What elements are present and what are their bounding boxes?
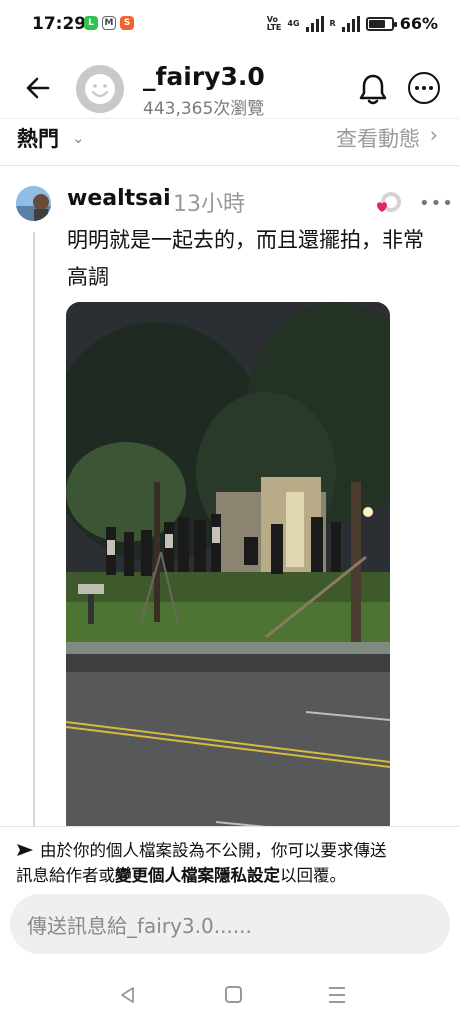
signal-strength-icon-2 — [341, 15, 360, 32]
system-nav-bar — [0, 966, 460, 1024]
status-bar: 17:29 L M S Vo LTE 4G R 66% — [0, 0, 460, 52]
liked-by-avatar-icon[interactable] — [373, 190, 403, 218]
notice-text-2: 訊息給作者或 — [16, 866, 115, 885]
notice-line-1: 由於你的個人檔案設為不公開，你可以要求傳送 — [16, 837, 387, 861]
back-arrow-icon[interactable] — [24, 74, 52, 102]
thread-line — [33, 232, 35, 826]
view-activity-link[interactable]: 查看動態 — [336, 123, 420, 153]
shopee-icon: S — [120, 16, 134, 30]
line-icon: L — [84, 16, 98, 30]
notice-line-2: 訊息給作者或變更個人檔案隱私設定以回覆。 — [16, 862, 346, 886]
default-avatar-icon — [76, 65, 124, 113]
chevron-down-icon[interactable]: ⌄ — [72, 129, 85, 147]
notice-text-3: 以回覆。 — [280, 866, 346, 885]
post-timestamp: 13小時 — [173, 192, 245, 217]
view-count: 443,365次瀏覽 — [143, 99, 265, 119]
private-profile-notice: 由於你的個人檔案設為不公開，你可以要求傳送 訊息給作者或變更個人檔案隱私設定以回… — [0, 826, 460, 890]
status-time: 17:29 — [32, 14, 87, 34]
chevron-right-icon[interactable]: › — [430, 123, 438, 147]
nav-home-icon[interactable] — [225, 986, 242, 1003]
more-options-button[interactable] — [408, 72, 440, 104]
night-park-scene — [66, 302, 390, 832]
post-more-icon[interactable]: ••• — [419, 193, 454, 214]
roaming-indicator: R — [329, 18, 336, 28]
send-icon — [17, 844, 33, 856]
notice-text-1: 由於你的個人檔案設為不公開，你可以要求傳送 — [40, 841, 387, 860]
post-text: 明明就是一起去的，而且還擺拍，非常高調 — [67, 228, 424, 289]
status-app-icons: L M S — [84, 16, 134, 30]
volte-indicator: Vo LTE — [266, 15, 282, 32]
privacy-settings-link[interactable]: 變更個人檔案隱私設定 — [115, 866, 280, 885]
message-composer[interactable]: 傳送訊息給_fairy3.0...... — [10, 894, 450, 954]
post-photo[interactable] — [66, 302, 390, 832]
post-author[interactable]: wealtsai — [67, 186, 171, 211]
battery-percent: 66% — [399, 14, 438, 33]
battery-icon — [365, 16, 397, 31]
status-indicators: Vo LTE 4G R 66% — [267, 14, 438, 33]
message-input-placeholder[interactable]: 傳送訊息給_fairy3.0...... — [27, 910, 252, 939]
nav-recent-apps-icon[interactable] — [329, 987, 347, 1003]
profile-avatar[interactable] — [76, 65, 124, 113]
filter-bar: 熱門 ⌄ 查看動態 › — [0, 118, 460, 166]
sort-dropdown-label[interactable]: 熱門 — [17, 123, 59, 153]
network-type-indicator: 4G — [287, 18, 300, 28]
author-avatar[interactable] — [16, 186, 51, 221]
gmail-icon: M — [102, 16, 116, 30]
nav-back-icon[interactable] — [118, 986, 138, 1004]
battery-fill — [368, 19, 385, 28]
signal-strength-icon — [305, 15, 324, 32]
thread-header: _fairy3.0 443,365次瀏覽 — [0, 52, 460, 126]
dot — [415, 86, 419, 90]
lte-label: LTE — [266, 22, 282, 32]
dot — [422, 86, 426, 90]
author-photo — [16, 186, 51, 221]
page-title[interactable]: _fairy3.0 — [143, 62, 265, 91]
dot — [429, 86, 433, 90]
bell-icon[interactable] — [357, 72, 389, 106]
